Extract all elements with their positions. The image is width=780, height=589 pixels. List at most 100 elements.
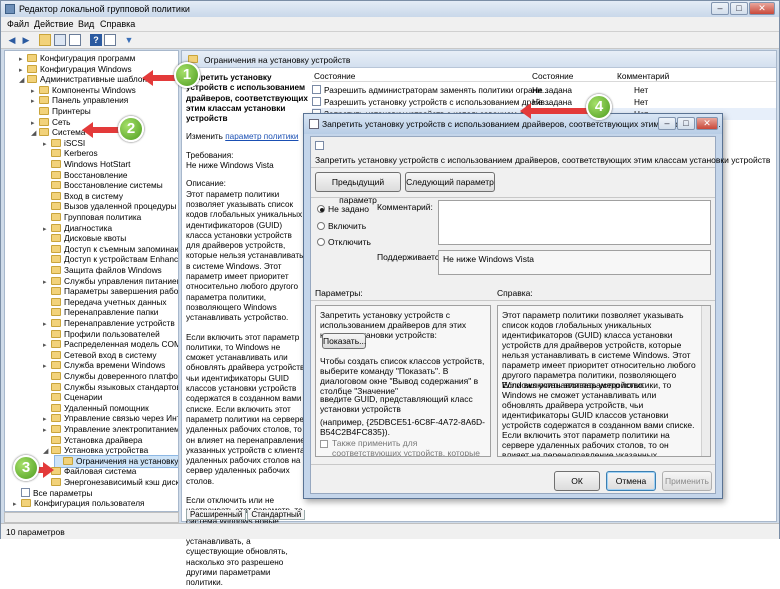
tree-node[interactable]: Вызов удаленной процедуры bbox=[43, 201, 176, 212]
tab-standard[interactable]: Стандартный bbox=[247, 510, 306, 520]
tree-node[interactable]: Перенаправление папки bbox=[43, 307, 158, 318]
tree-node[interactable]: ▸ Управление связью через Инт bbox=[43, 413, 178, 424]
tree-node[interactable]: Групповая политика bbox=[43, 212, 141, 223]
tree-node[interactable]: Вход в систему bbox=[43, 191, 123, 202]
divider bbox=[311, 300, 715, 301]
tree-node[interactable]: Kerberos bbox=[43, 148, 98, 159]
show-button[interactable]: Показать... bbox=[322, 333, 366, 349]
tree-node[interactable]: Сценарии bbox=[43, 392, 102, 403]
ok-button[interactable]: ОК bbox=[554, 471, 600, 491]
tab-extended[interactable]: Расширенный bbox=[186, 510, 247, 520]
tree-node[interactable]: ◢ Административные шаблоны bbox=[19, 74, 153, 85]
maximize-button[interactable]: □ bbox=[730, 2, 748, 15]
tree-node[interactable]: ▸ Службы управления питанием bbox=[43, 276, 178, 287]
tree-node[interactable]: Передача учетных данных bbox=[43, 297, 166, 308]
status-bar: 10 параметров bbox=[1, 523, 779, 539]
tree-node[interactable]: Установка драйвера bbox=[43, 435, 142, 446]
policy-icon bbox=[312, 97, 321, 106]
expander-icon[interactable]: ▸ bbox=[13, 499, 21, 510]
apply-installed-checkbox[interactable] bbox=[320, 440, 328, 448]
minimize-button[interactable]: – bbox=[711, 2, 729, 15]
folder-icon bbox=[51, 213, 61, 221]
radio-enabled[interactable]: Включить bbox=[317, 221, 366, 231]
dialog-minimize-button[interactable]: – bbox=[658, 117, 676, 130]
menu-file[interactable]: Файл bbox=[7, 19, 29, 29]
tree-node[interactable]: ▸ iSCSI bbox=[43, 138, 85, 149]
properties-icon[interactable] bbox=[104, 34, 116, 46]
folder-icon bbox=[27, 75, 37, 84]
previous-setting-button[interactable]: Предыдущий параметр bbox=[315, 172, 401, 205]
tree-node[interactable]: Восстановление системы bbox=[43, 180, 163, 191]
tree-horizontal-scrollbar[interactable] bbox=[4, 512, 179, 523]
tree-node[interactable]: ▸ Конфигурация пользователя bbox=[13, 498, 145, 509]
tree-node[interactable]: ◢ Система bbox=[31, 127, 85, 138]
expander-icon[interactable]: ◢ bbox=[19, 75, 27, 86]
show-hide-tree-icon[interactable] bbox=[54, 34, 66, 46]
help-icon[interactable]: ? bbox=[90, 34, 102, 46]
filter-icon[interactable]: ▼ bbox=[123, 34, 135, 46]
column-header-comment[interactable]: Комментарий bbox=[617, 71, 669, 81]
help-paragraph-1: Этот параметр политики позволяет указыва… bbox=[502, 310, 696, 390]
tree-node[interactable]: Дисковые квоты bbox=[43, 233, 126, 244]
radio-not-set[interactable]: Не задано bbox=[317, 204, 369, 214]
tree-node[interactable]: ▸ Служба времени Windows bbox=[43, 360, 165, 371]
tree-node[interactable]: Защита файлов Windows bbox=[43, 265, 162, 276]
column-header-state[interactable]: Состояние bbox=[532, 71, 573, 81]
menu-help[interactable]: Справка bbox=[100, 19, 135, 29]
tree-node[interactable]: Все параметры bbox=[13, 487, 92, 499]
radio-disabled[interactable]: Отключить bbox=[317, 237, 371, 247]
dialog-close-button[interactable]: ✕ bbox=[696, 117, 718, 130]
folder-icon bbox=[51, 414, 61, 423]
tree-node[interactable]: Энергонезависимый кэш диск bbox=[43, 477, 178, 488]
menu-action[interactable]: Действие bbox=[34, 19, 74, 29]
forward-icon[interactable]: ▶ bbox=[20, 34, 32, 46]
expander-icon[interactable]: ◢ bbox=[43, 446, 51, 457]
tree-node[interactable]: ▸ Сеть bbox=[31, 117, 70, 128]
tree-node[interactable]: ◢ Установка устройства bbox=[43, 445, 148, 456]
tree-node[interactable]: Параметры завершения работ bbox=[43, 286, 178, 297]
tree-node[interactable]: ▸ Панель управления bbox=[31, 95, 128, 106]
options-text-4: (например, {25DBCE51-6C8F-4A72-8A6D-B54C… bbox=[320, 417, 485, 437]
expander-icon[interactable]: ◢ bbox=[31, 128, 39, 139]
tree-node[interactable]: ▸ Конфигурация программ bbox=[19, 53, 135, 64]
policy-setting-dialog: Запретить установку устройств с использо… bbox=[303, 113, 770, 499]
tree-node[interactable]: ▸ Диагностика bbox=[43, 223, 112, 234]
edit-policy-link[interactable]: параметр политики bbox=[225, 132, 298, 141]
tree-node[interactable]: Доступ к съемным запоминающ bbox=[43, 244, 178, 255]
help-scrollbar[interactable] bbox=[701, 306, 710, 456]
tree-node[interactable]: Сетевой вход в систему bbox=[43, 350, 156, 361]
comment-textarea[interactable] bbox=[438, 200, 711, 245]
dialog-maximize-button[interactable]: □ bbox=[677, 117, 695, 130]
tree-node[interactable]: ▸ Управление электропитанием bbox=[43, 424, 179, 435]
tree-node[interactable]: ▸ Конфигурация Windows bbox=[19, 64, 132, 75]
tree-node[interactable]: Восстановление bbox=[43, 170, 127, 181]
next-setting-button[interactable]: Следующий параметр bbox=[405, 172, 495, 192]
close-button[interactable]: ✕ bbox=[749, 2, 775, 15]
window-title: Редактор локальной групповой политики bbox=[19, 4, 190, 14]
tree-node-label: Передача учетных данных bbox=[64, 296, 167, 307]
column-header-setting[interactable]: Состояние bbox=[314, 71, 355, 81]
annotation-badge-4: 4 bbox=[586, 94, 612, 120]
tree-node[interactable]: ▸Файловая система bbox=[43, 466, 136, 477]
up-folder-icon[interactable] bbox=[39, 34, 51, 46]
tree-node[interactable]: ▸ Распределенная модель COM bbox=[43, 339, 179, 350]
tree-node[interactable]: Принтеры bbox=[31, 106, 91, 117]
tree-node[interactable]: Профили пользователей bbox=[43, 329, 160, 340]
tree-node-label: Защита файлов Windows bbox=[64, 265, 162, 275]
cancel-button[interactable]: Отмена bbox=[606, 471, 656, 491]
export-list-icon[interactable] bbox=[69, 34, 81, 46]
tree-node-label: Управление электропитанием bbox=[64, 424, 179, 434]
tree-node[interactable]: Службы доверенного платфор bbox=[43, 371, 178, 382]
tree-node[interactable]: Windows HotStart bbox=[43, 159, 130, 170]
tree-node[interactable]: ▸ Перенаправление устройств bbox=[43, 318, 175, 329]
tree-node[interactable]: Удаленный помощник bbox=[43, 403, 149, 414]
tree-node[interactable]: ▸ Компоненты Windows bbox=[31, 85, 136, 96]
tree-node[interactable]: Ограничения на установку bbox=[53, 454, 178, 468]
pane-header: Ограничения на установку устройств bbox=[182, 51, 776, 68]
tree-node[interactable]: Службы языковых стандартов bbox=[43, 382, 178, 393]
tree-node-label: Распределенная модель COM bbox=[64, 339, 179, 350]
menu-view[interactable]: Вид bbox=[78, 19, 94, 29]
tree-node[interactable]: Доступ к устройствам Enhance bbox=[43, 254, 178, 265]
back-icon[interactable]: ◀ bbox=[6, 34, 18, 46]
apply-button[interactable]: Применить bbox=[662, 471, 712, 491]
